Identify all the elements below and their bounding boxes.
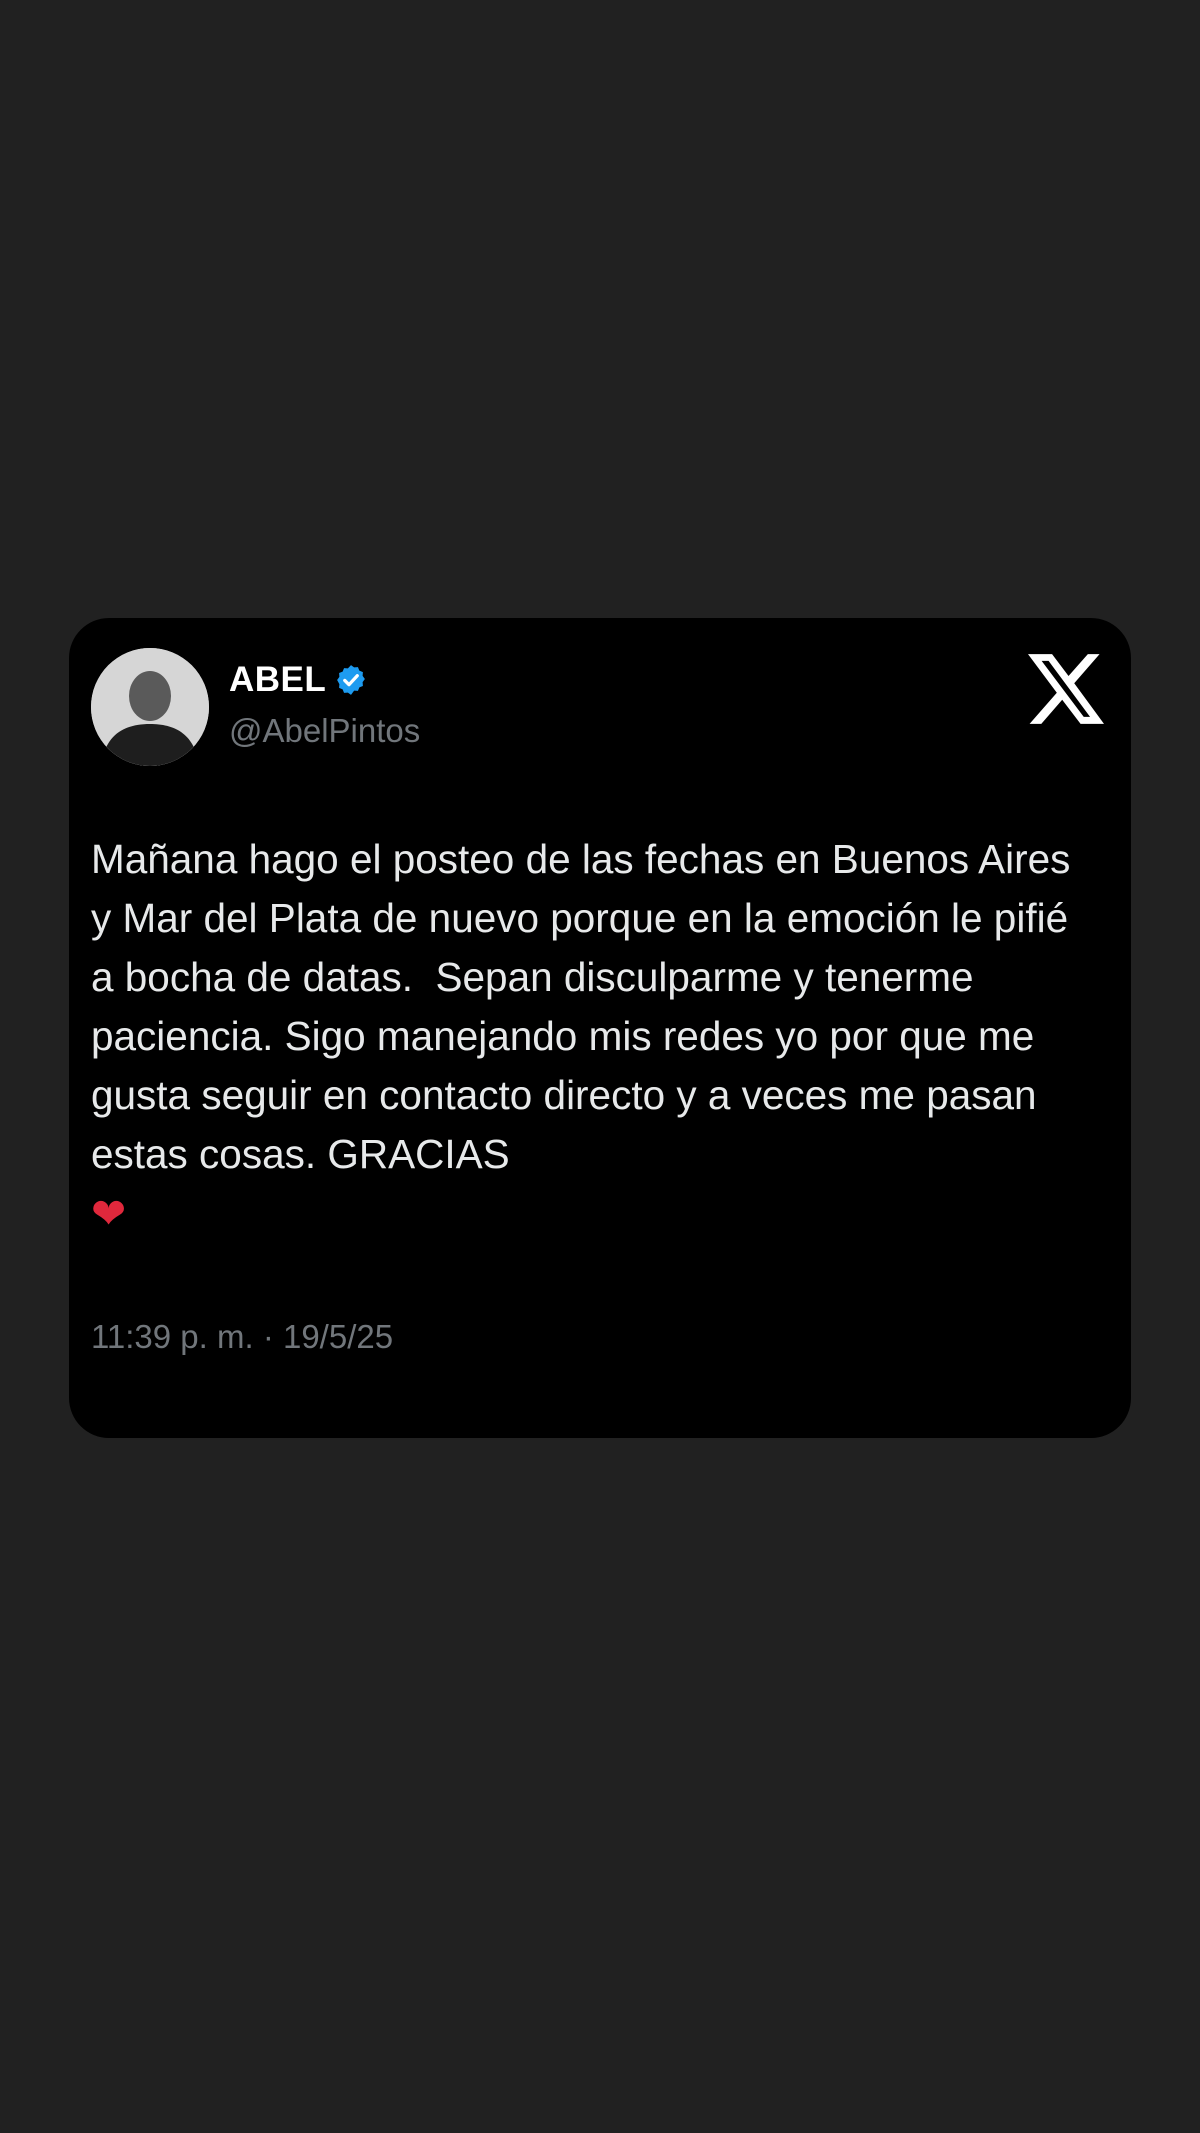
red-heart-icon: ❤: [91, 1189, 127, 1238]
tweet-card: ABEL @AbelPintos Mañana hago el posteo d…: [69, 618, 1131, 1438]
avatar[interactable]: [91, 648, 209, 766]
avatar-photo: [91, 648, 209, 766]
display-name[interactable]: ABEL: [229, 660, 326, 700]
author-handle[interactable]: @AbelPintos: [229, 712, 420, 750]
author-name-row[interactable]: ABEL: [229, 660, 368, 700]
tweet-text: Mañana hago el posteo de las fechas en B…: [91, 830, 1101, 1244]
verified-badge-icon: [337, 665, 366, 695]
x-logo-icon[interactable]: [1028, 654, 1104, 724]
tweet-timestamp[interactable]: 11:39 p. m. · 19/5/25: [91, 1318, 393, 1356]
tweet-body: Mañana hago el posteo de las fechas en B…: [91, 836, 1082, 1177]
